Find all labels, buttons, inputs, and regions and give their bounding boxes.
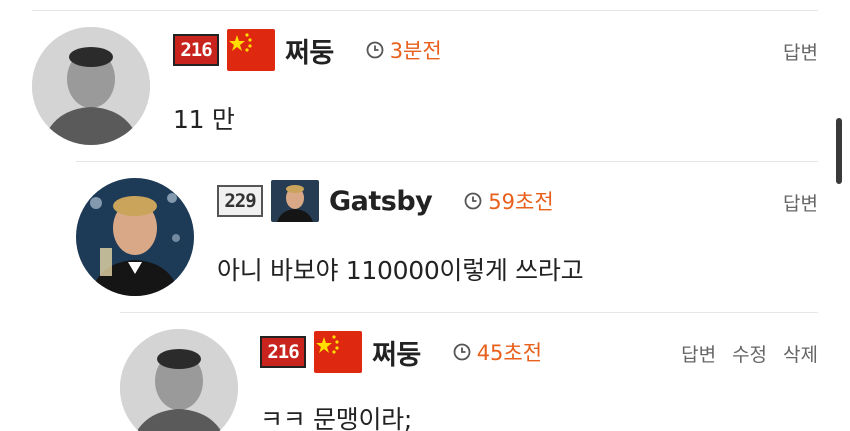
comment-text: 아니 바보야 110000이렇게 쓰라고 [217, 256, 584, 285]
time-text: 3분전 [389, 39, 442, 63]
comment-meta: 229 Gatsby 59초전 [217, 180, 554, 222]
level-badge: 229 [217, 185, 263, 217]
nickname[interactable]: Gatsby [329, 186, 433, 217]
reply-button[interactable]: 답변 [783, 189, 818, 216]
reply-button[interactable]: 답변 [783, 38, 818, 65]
comment-text: 11 만 [173, 105, 235, 134]
delete-button[interactable]: 삭제 [783, 340, 818, 367]
comment-actions: 답변 수정 삭제 [681, 340, 818, 367]
gatsby-avatar-icon [271, 180, 319, 222]
comment-actions: 답변 [783, 38, 818, 65]
top-divider [32, 10, 818, 11]
comment-actions: 답변 [783, 189, 818, 216]
china-flag-icon [314, 331, 362, 373]
comment-divider [76, 161, 818, 162]
timestamp: 3분전 [366, 35, 442, 65]
avatar[interactable] [76, 178, 194, 296]
china-flag-icon [227, 29, 275, 71]
timestamp: 45초전 [453, 337, 542, 367]
level-badge: 216 [260, 336, 306, 368]
avatar[interactable] [120, 329, 238, 431]
nickname[interactable]: 쩌둥 [372, 333, 421, 372]
avatar[interactable] [32, 27, 150, 145]
clock-icon [366, 41, 384, 59]
timestamp: 59초전 [464, 186, 554, 216]
time-text: 45초전 [476, 341, 543, 365]
clock-icon [464, 192, 482, 210]
portrait-image [76, 178, 194, 296]
clock-icon [453, 343, 471, 361]
nickname[interactable]: 쩌둥 [285, 31, 334, 70]
reply-button[interactable]: 답변 [681, 340, 716, 367]
edit-button[interactable]: 수정 [732, 340, 767, 367]
level-badge: 216 [173, 34, 219, 66]
comment-divider [120, 312, 818, 313]
portrait-image [120, 329, 238, 431]
scrollbar[interactable] [836, 118, 842, 184]
comment-meta: 216 쩌둥 45초전 [260, 331, 542, 373]
comment-text: ㅋㅋ 문맹이라; [260, 405, 412, 431]
portrait-image [32, 27, 150, 145]
time-text: 59초전 [488, 190, 554, 214]
comment-meta: 216 쩌둥 3분전 [173, 29, 442, 71]
